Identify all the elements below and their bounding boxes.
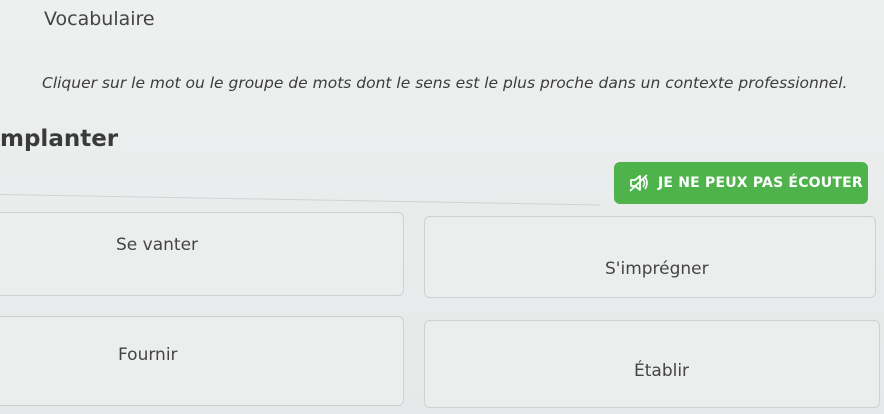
exercise-page: Vocabulaire Cliquer sur le mot ou le gro… — [0, 0, 884, 414]
divider — [0, 194, 600, 206]
choice-s-impregner[interactable]: S'imprégner — [424, 216, 876, 298]
choice-label: Fournir — [118, 345, 178, 365]
choice-label: Établir — [634, 361, 690, 381]
cannot-listen-button[interactable]: JE NE PEUX PAS ÉCOUTER — [614, 162, 868, 204]
choice-label: S'imprégner — [605, 259, 709, 279]
cannot-listen-label: JE NE PEUX PAS ÉCOUTER — [658, 175, 863, 191]
speaker-muted-icon — [628, 173, 650, 193]
choice-se-vanter[interactable]: Se vanter — [0, 212, 404, 296]
target-word: mplanter — [0, 126, 119, 152]
instruction-text: Cliquer sur le mot ou le groupe de mots … — [42, 74, 848, 92]
choice-label: Se vanter — [116, 235, 199, 255]
section-title: Vocabulaire — [44, 8, 155, 30]
choice-etablir[interactable]: Établir — [424, 320, 880, 408]
choice-fournir[interactable]: Fournir — [0, 316, 404, 406]
